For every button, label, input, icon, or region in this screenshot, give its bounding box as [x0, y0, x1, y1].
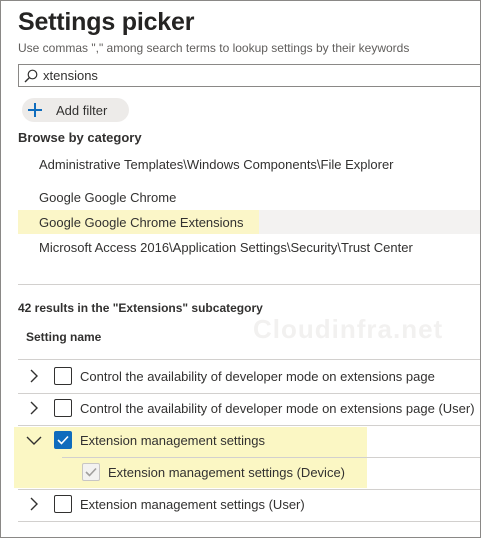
setting-row: Extension management settings — [18, 424, 480, 456]
checkmark-icon — [85, 467, 97, 477]
category-item-google-chrome-extensions[interactable]: Google Google Chrome Extensions — [18, 210, 480, 234]
add-filter-label: Add filter — [56, 102, 108, 118]
setting-row: Control the availability of developer mo… — [18, 392, 480, 424]
chevron-down-icon[interactable] — [24, 430, 44, 450]
section-divider — [18, 284, 480, 285]
category-item-administrative-templates[interactable]: Administrative Templates\Windows Compone… — [18, 152, 394, 176]
chevron-right-icon[interactable] — [24, 366, 44, 386]
column-header-setting-name: Setting name — [26, 330, 102, 344]
setting-checkbox[interactable] — [54, 431, 72, 449]
category-item-google-chrome[interactable]: Google Google Chrome — [18, 185, 176, 209]
setting-label: Extension management settings — [80, 432, 265, 448]
setting-checkbox[interactable] — [54, 367, 72, 385]
category-label: Microsoft Access 2016\Application Settin… — [39, 239, 413, 255]
checkmark-icon — [57, 435, 69, 445]
category-item-microsoft-access[interactable]: Microsoft Access 2016\Application Settin… — [18, 235, 413, 259]
setting-checkbox[interactable] — [54, 495, 72, 513]
category-label: Google Google Chrome Extensions — [39, 214, 244, 230]
chevron-right-icon[interactable] — [24, 398, 44, 418]
results-count: 42 results in the "Extensions" subcatego… — [18, 301, 263, 315]
category-label: Google Google Chrome — [39, 189, 177, 205]
category-label: Administrative Templates\Windows Compone… — [39, 156, 394, 172]
setting-label: Control the availability of developer mo… — [80, 400, 475, 416]
browse-by-category-heading: Browse by category — [18, 130, 142, 145]
row-divider — [18, 521, 480, 522]
setting-label: Extension management settings (Device) — [108, 464, 346, 480]
search-box[interactable] — [18, 64, 480, 87]
plus-icon — [28, 103, 42, 117]
setting-row: Control the availability of developer mo… — [18, 360, 480, 392]
setting-checkbox[interactable] — [54, 399, 72, 417]
setting-row-child: Extension management settings (Device) — [18, 456, 480, 488]
page-subtitle: Use commas "," among search terms to loo… — [18, 41, 410, 55]
setting-label: Extension management settings (User) — [80, 496, 305, 512]
setting-row: Extension management settings (User) — [18, 488, 480, 520]
search-input[interactable] — [43, 68, 443, 83]
page-title: Settings picker — [18, 8, 195, 36]
setting-label: Control the availability of developer mo… — [80, 368, 435, 384]
watermark: Cloudinfra.net — [253, 314, 444, 344]
setting-checkbox[interactable] — [82, 463, 100, 481]
add-filter-button[interactable]: Add filter — [22, 98, 129, 122]
chevron-right-icon[interactable] — [24, 494, 44, 514]
search-icon — [24, 69, 38, 82]
